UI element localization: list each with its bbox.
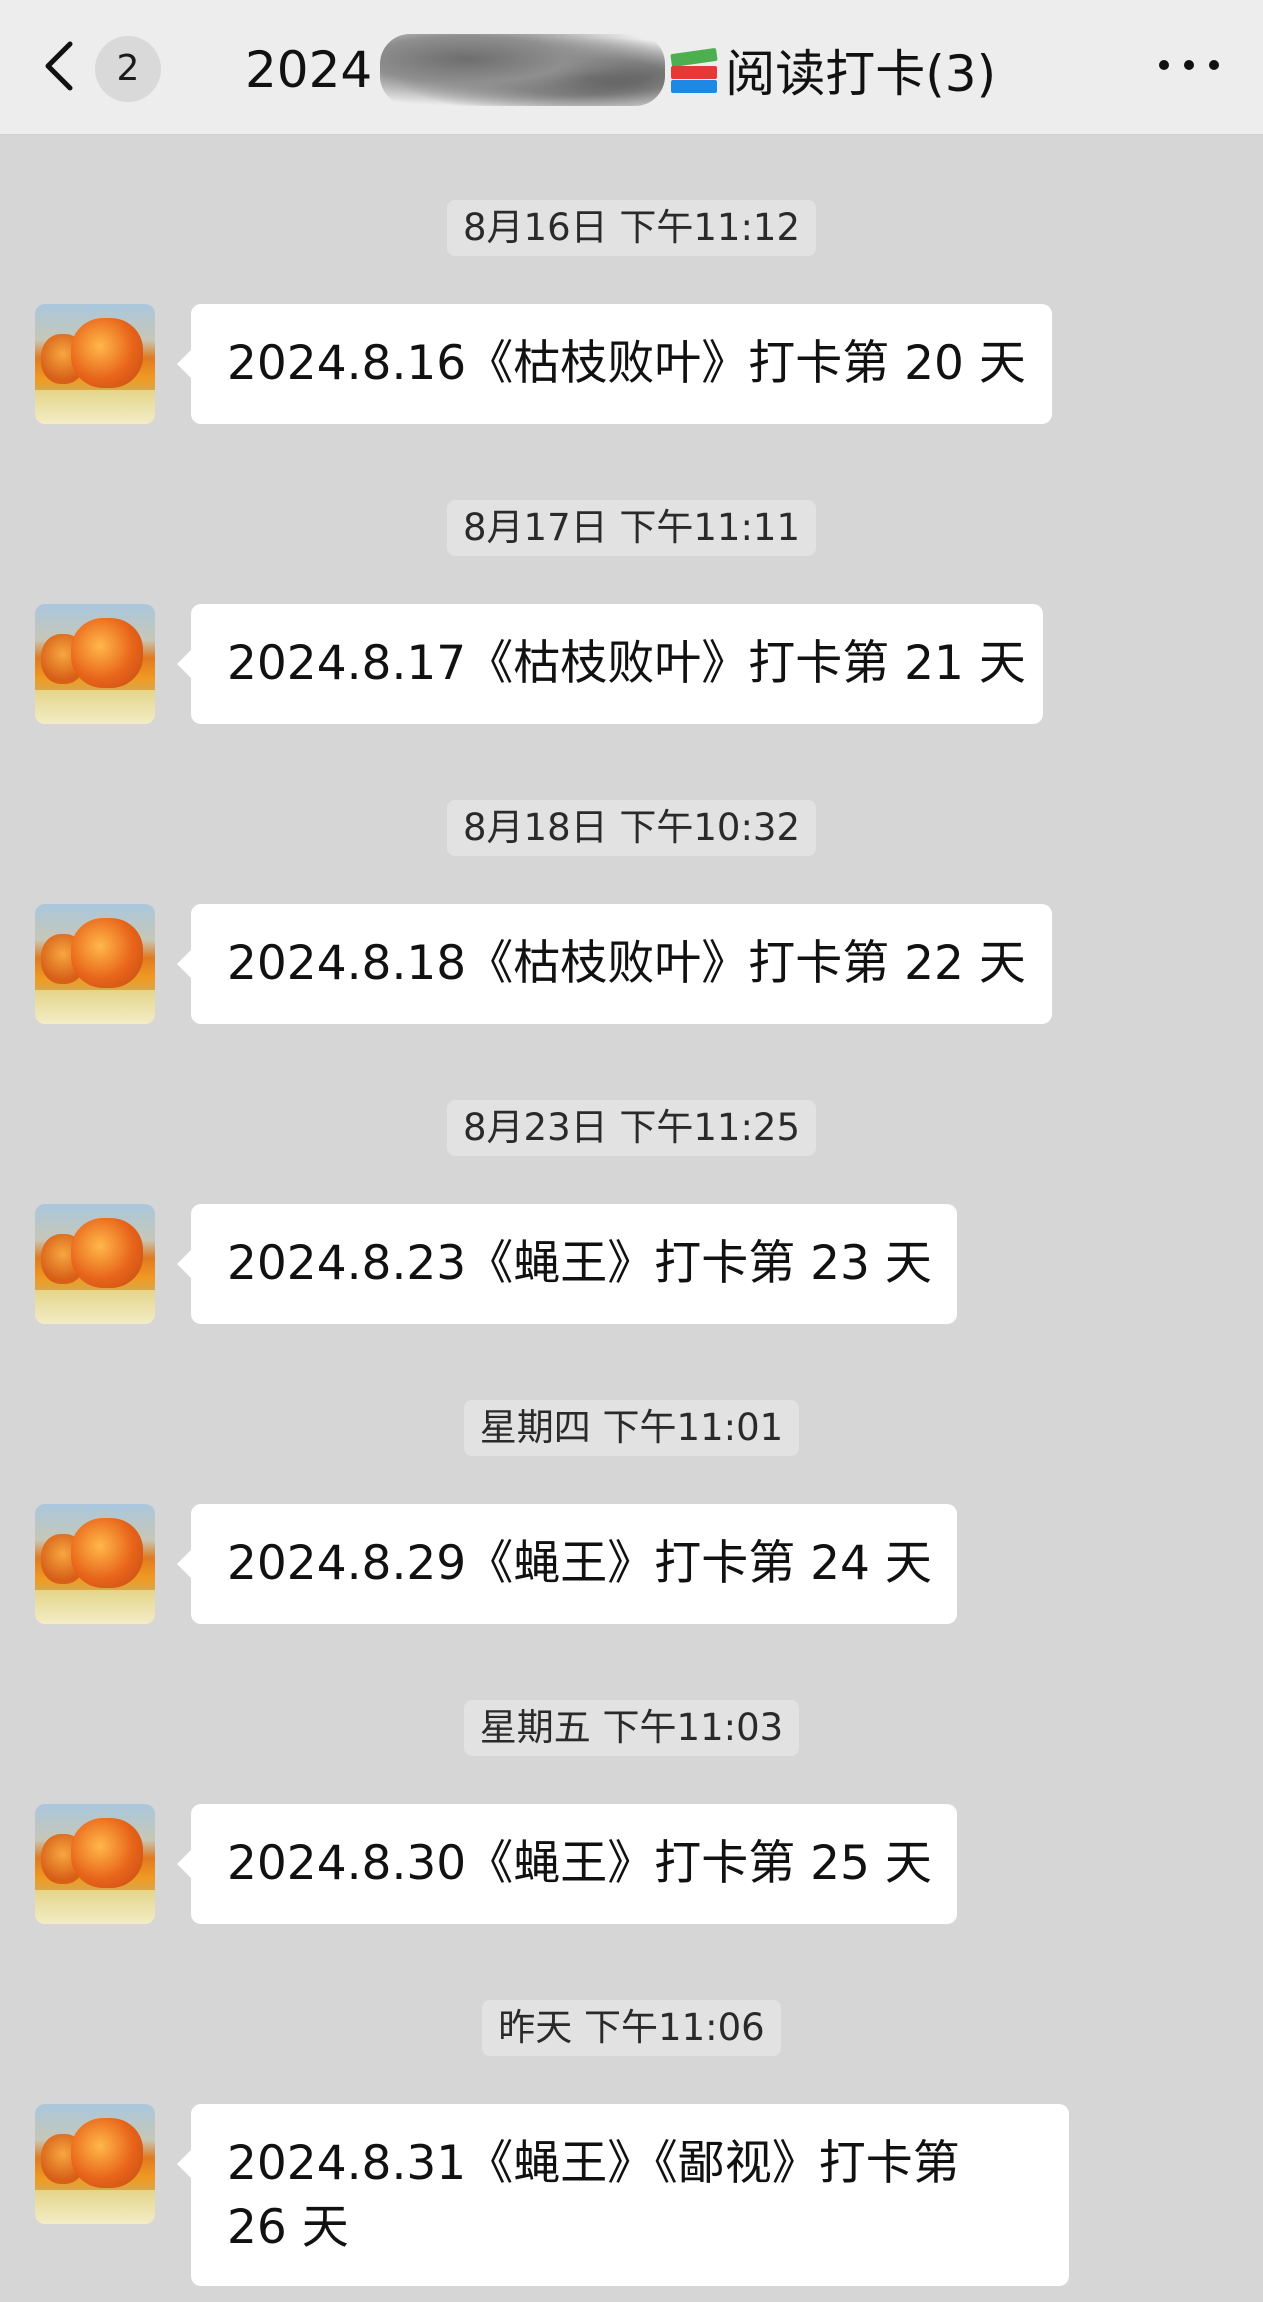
avatar[interactable] (35, 1504, 155, 1624)
avatar[interactable] (35, 604, 155, 724)
back-button[interactable] (40, 36, 80, 96)
avatar[interactable] (35, 1204, 155, 1324)
books-icon (669, 45, 719, 95)
avatar[interactable] (35, 904, 155, 1024)
message-bubble[interactable]: 2024.8.16《枯枝败叶》打卡第 20 天 (177, 304, 1052, 424)
timestamp: 8月23日 下午11:25 (0, 1100, 1263, 1156)
message-bubble[interactable]: 2024.8.18《枯枝败叶》打卡第 22 天 (177, 904, 1052, 1024)
chat-title[interactable]: 2024 阅读打卡(3) (245, 30, 996, 110)
timestamp: 8月17日 下午11:11 (0, 500, 1263, 556)
message-list[interactable]: 8月16日 下午11:12 2024.8.16《枯枝败叶》打卡第 20 天 8月… (0, 134, 1263, 2302)
redacted-blur (380, 34, 666, 106)
chat-title-prefix: 2024 (245, 41, 373, 99)
timestamp: 星期五 下午11:03 (0, 1700, 1263, 1756)
chat-title-suffix: 阅读打卡(3) (725, 45, 997, 103)
chat-header: 2 2024 阅读打卡(3) (0, 0, 1263, 135)
message-bubble[interactable]: 2024.8.23《蝇王》打卡第 23 天 (177, 1204, 957, 1324)
unread-count-badge[interactable]: 2 (95, 36, 161, 102)
avatar[interactable] (35, 2104, 155, 2224)
message-bubble[interactable]: 2024.8.29《蝇王》打卡第 24 天 (177, 1504, 957, 1624)
message-bubble[interactable]: 2024.8.31《蝇王》《鄙视》打卡第 26 天 (177, 2104, 1069, 2286)
avatar[interactable] (35, 1804, 155, 1924)
more-button[interactable] (1159, 40, 1219, 90)
more-icon (1159, 60, 1169, 70)
timestamp: 昨天 下午11:06 (0, 2000, 1263, 2056)
timestamp: 星期四 下午11:01 (0, 1400, 1263, 1456)
message-bubble[interactable]: 2024.8.17《枯枝败叶》打卡第 21 天 (177, 604, 1043, 724)
message-bubble[interactable]: 2024.8.30《蝇王》打卡第 25 天 (177, 1804, 957, 1924)
timestamp: 8月18日 下午10:32 (0, 800, 1263, 856)
avatar[interactable] (35, 304, 155, 424)
timestamp: 8月16日 下午11:12 (0, 200, 1263, 256)
chevron-left-icon (45, 41, 73, 91)
